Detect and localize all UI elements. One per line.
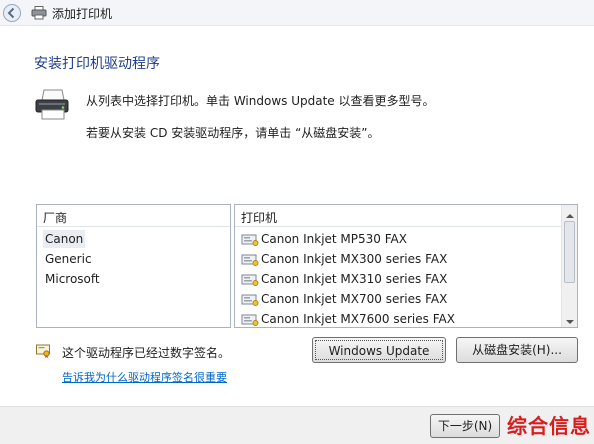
- printer-list[interactable]: 打印机 Canon Inkjet MP530 FAX Canon Inkjet …: [234, 204, 578, 328]
- list-item[interactable]: Canon Inkjet MX700 series FAX: [241, 289, 447, 309]
- list-item[interactable]: Canon Inkjet MX7600 series FAX: [241, 309, 455, 327]
- printer-name: Canon Inkjet MX7600 series FAX: [261, 312, 455, 326]
- watermark-text: 综合信息: [507, 414, 591, 438]
- certificate-icon: [36, 344, 50, 358]
- page-heading: 安装打印机驱动程序: [34, 56, 160, 72]
- printer-name: Canon Inkjet MX700 series FAX: [261, 292, 448, 306]
- printer-icon-large: [34, 88, 70, 122]
- next-button[interactable]: 下一步(N): [430, 414, 500, 438]
- have-disk-button[interactable]: 从磁盘安装(H)...: [456, 337, 578, 363]
- scroll-down-arrow-icon[interactable]: [565, 315, 575, 324]
- instruction-text: 从列表中选择打印机。单击 Windows Update 以查看更多型号。: [86, 94, 435, 108]
- list-item[interactable]: Generic: [43, 250, 94, 268]
- printer-name: Canon Inkjet MX300 series FAX: [261, 252, 448, 266]
- list-item[interactable]: Microsoft: [43, 270, 102, 288]
- signature-status: 这个驱动程序已经过数字签名。: [62, 346, 231, 360]
- printer-icon: [31, 6, 47, 20]
- printer-name: Canon Inkjet MX310 series FAX: [261, 272, 448, 286]
- footer-bar: [0, 406, 594, 444]
- printer-name: Canon Inkjet MP530 FAX: [261, 232, 407, 246]
- scroll-thumb[interactable]: [564, 221, 575, 283]
- windows-update-button[interactable]: Windows Update: [312, 337, 446, 363]
- manufacturer-column-header[interactable]: 厂商: [37, 205, 230, 227]
- manufacturer-list[interactable]: 厂商 Canon Generic Microsoft: [36, 204, 231, 328]
- title-bar: 添加打印机: [0, 0, 594, 26]
- install-disk-hint: 若要从安装 CD 安装驱动程序，请单击 “从磁盘安装”。: [86, 126, 380, 140]
- list-item[interactable]: Canon Inkjet MX300 series FAX: [241, 249, 447, 269]
- scroll-up-arrow-icon[interactable]: [565, 209, 575, 218]
- fax-printer-icon: [241, 272, 259, 286]
- fax-printer-icon: [241, 252, 259, 266]
- vertical-scrollbar[interactable]: [561, 205, 577, 327]
- list-item[interactable]: Canon: [43, 230, 86, 248]
- printer-column-header[interactable]: 打印机: [235, 205, 577, 227]
- fax-printer-icon: [241, 312, 259, 326]
- signing-info-link[interactable]: 告诉我为什么驱动程序签名很重要: [62, 369, 227, 385]
- back-arrow-icon[interactable]: [2, 3, 22, 23]
- list-item[interactable]: Canon Inkjet MP530 FAX: [241, 229, 407, 249]
- windows-update-label: Windows Update: [315, 340, 443, 360]
- fax-printer-icon: [241, 232, 259, 246]
- fax-printer-icon: [241, 292, 259, 306]
- list-item[interactable]: Canon Inkjet MX310 series FAX: [241, 269, 447, 289]
- window-title: 添加打印机: [52, 7, 113, 21]
